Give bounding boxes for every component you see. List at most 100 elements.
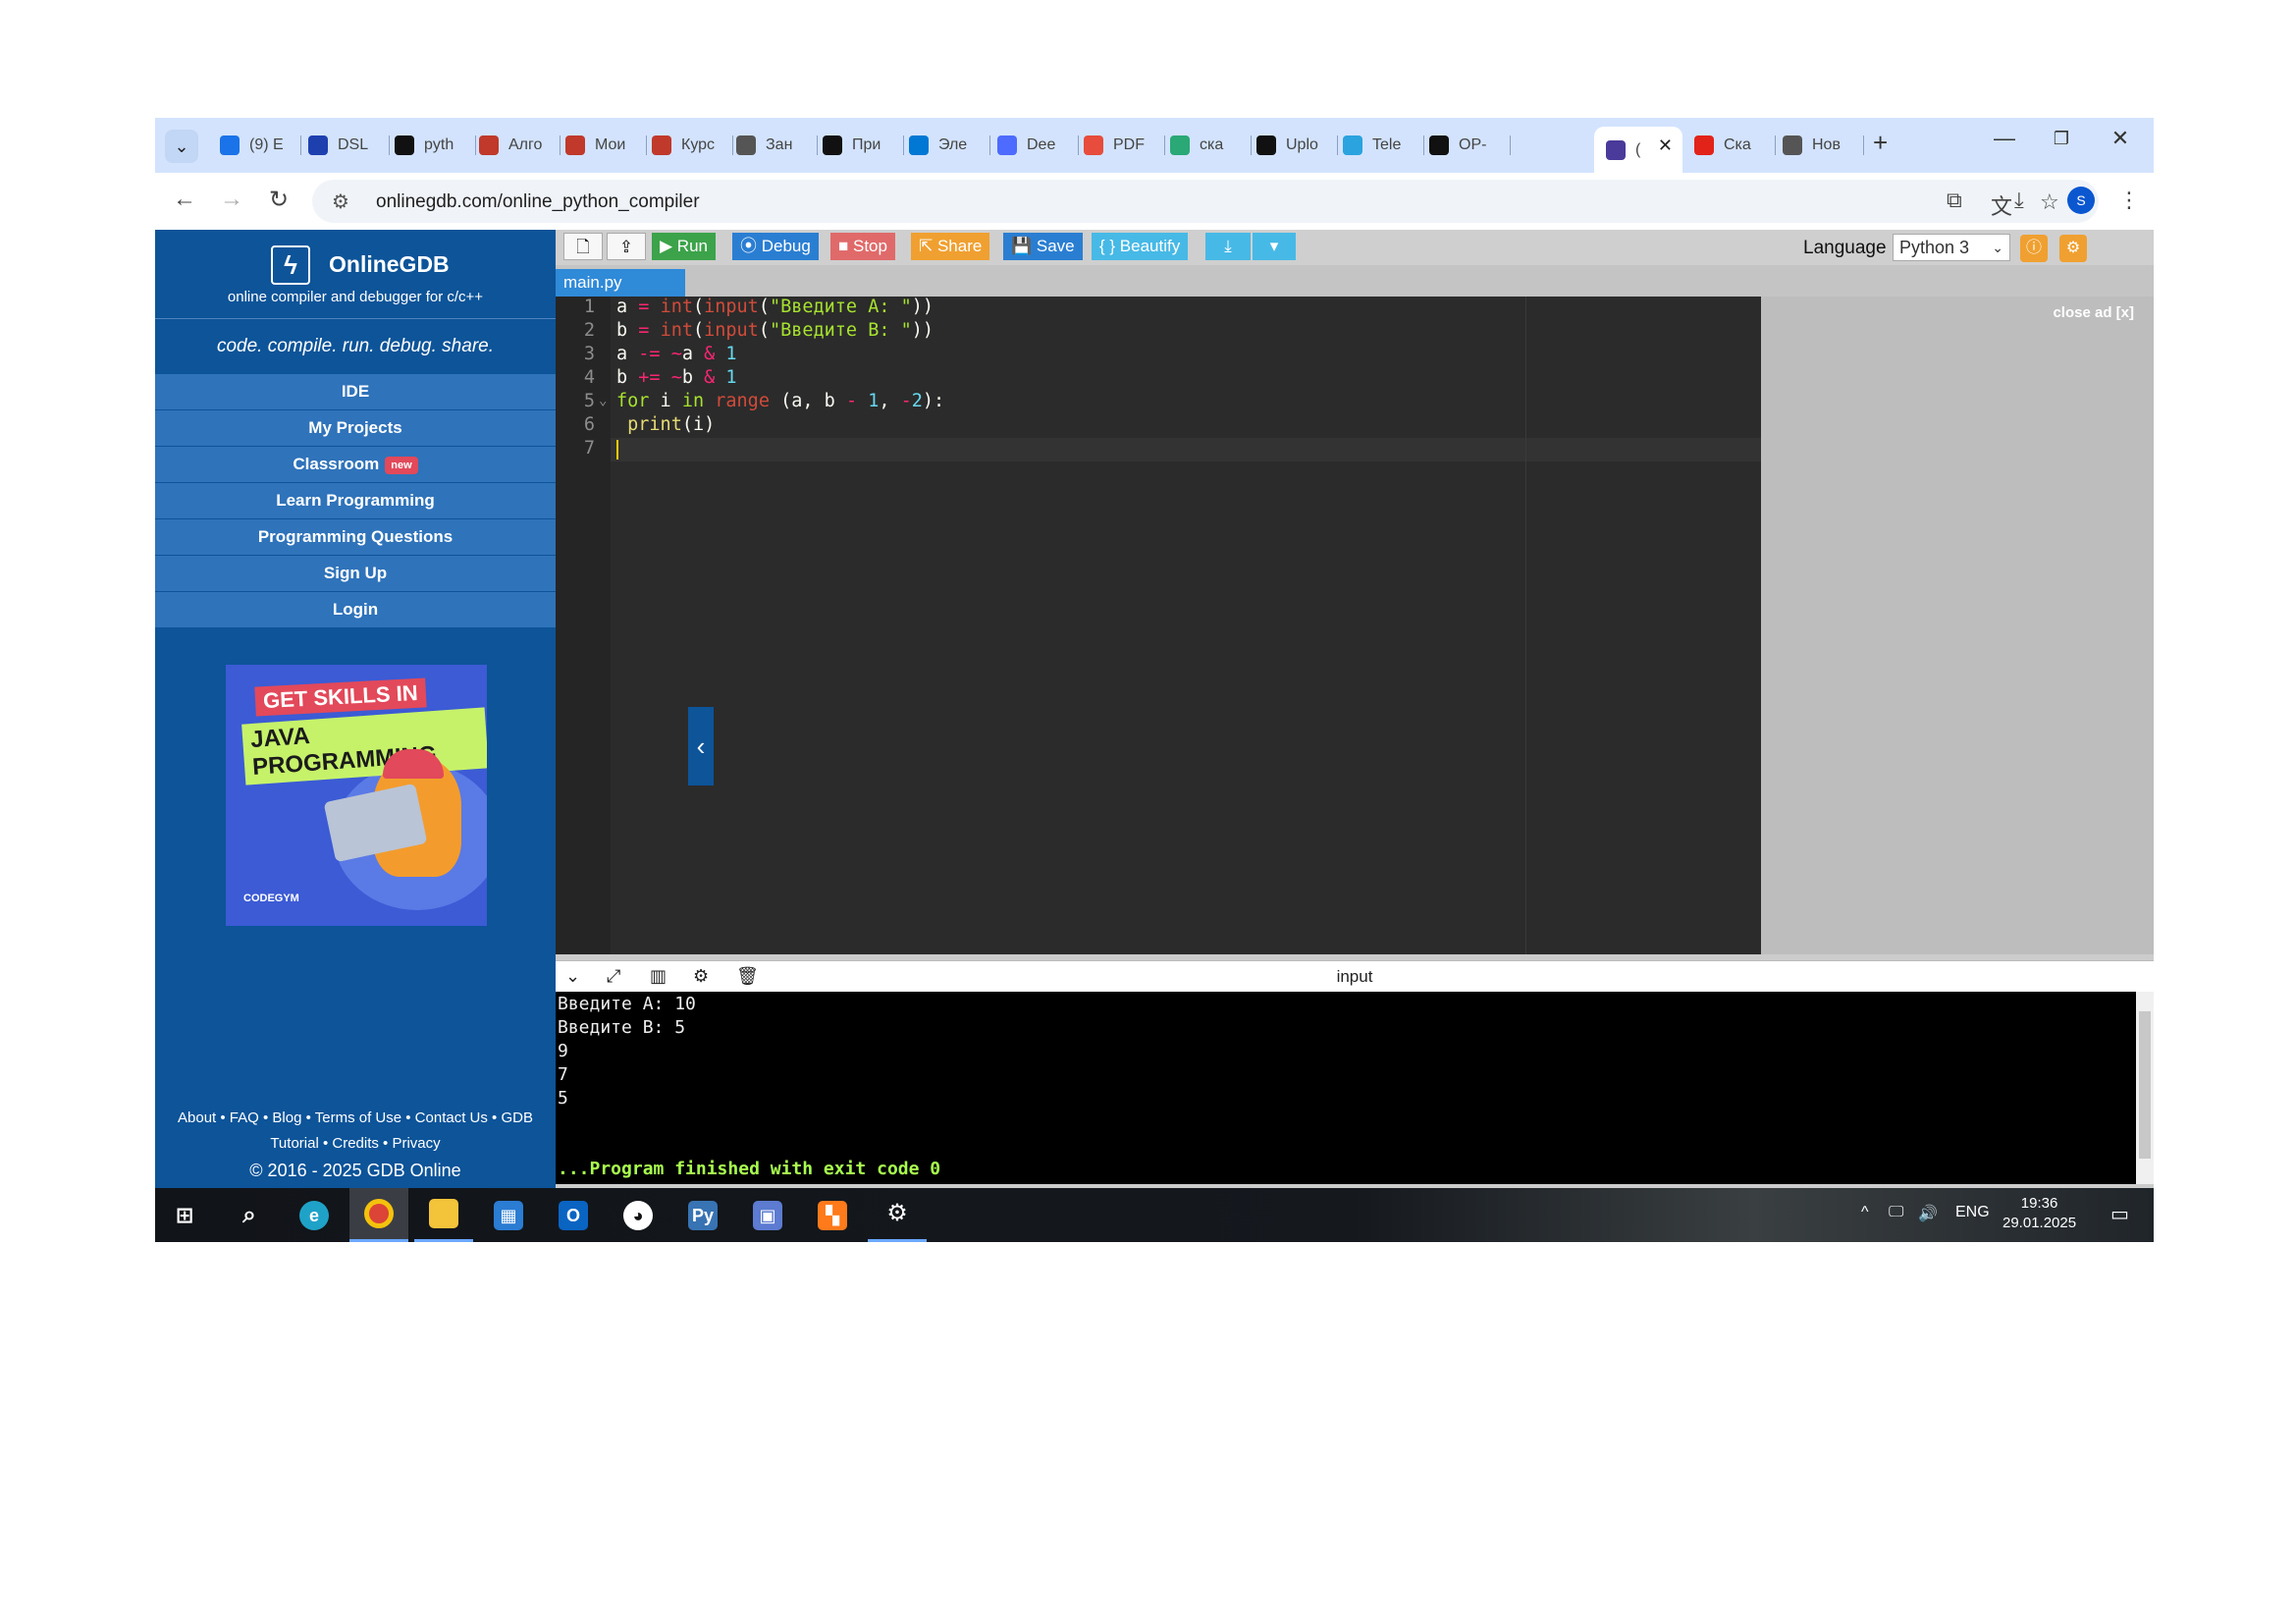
save-button[interactable]: 💾 Save: [1003, 233, 1083, 260]
browser-tab[interactable]: При: [811, 127, 904, 164]
browser-tab[interactable]: Зан: [724, 127, 818, 164]
stop-label: Stop: [853, 237, 887, 255]
download-icon[interactable]: ⤓: [2014, 188, 2024, 213]
info-icon[interactable]: ⓘ: [2020, 235, 2048, 262]
fold-arrow-icon[interactable]: ⌄: [599, 393, 607, 408]
language-indicator[interactable]: ENG: [1955, 1204, 1990, 1221]
share-button[interactable]: ⇱ Share: [911, 233, 990, 260]
volume-icon[interactable]: 🔊: [1918, 1204, 1938, 1223]
browser-tab[interactable]: ска: [1158, 127, 1252, 164]
onlinegdb-logo-icon: ϟ: [271, 245, 310, 285]
tab-main-py[interactable]: main.py: [556, 269, 685, 297]
download-code-icon[interactable]: ⤓: [1205, 233, 1251, 260]
tray-chevron-icon[interactable]: ^: [1861, 1204, 1869, 1221]
clock[interactable]: 19:36 29.01.2025: [2002, 1194, 2076, 1233]
profile-avatar[interactable]: S: [2067, 187, 2095, 214]
browser-tab-label: PDF: [1113, 136, 1145, 153]
browser-tab[interactable]: Dee: [986, 127, 1079, 164]
close-tab-icon[interactable]: ✕: [1658, 135, 1673, 156]
browser-tab[interactable]: Мои: [554, 127, 647, 164]
code-editor[interactable]: 1 2 3 4 5 ⌄ 6 7 a = int(input("Введите A…: [556, 297, 1761, 954]
beautify-button[interactable]: { } Beautify: [1092, 233, 1189, 260]
windows-start-icon[interactable]: ⊞: [155, 1188, 214, 1242]
chrome-icon[interactable]: [349, 1188, 408, 1242]
browser-tab[interactable]: (9) E: [208, 127, 301, 164]
menu-kebab-icon[interactable]: ⋮: [2118, 188, 2140, 213]
outlook-icon[interactable]: O: [544, 1188, 603, 1242]
browser-tab[interactable]: Курс: [640, 127, 733, 164]
restore-button[interactable]: ❐: [2042, 129, 2081, 149]
debug-button[interactable]: ⦿ Debug: [732, 233, 819, 260]
network-icon[interactable]: 🖵: [1889, 1204, 1903, 1221]
browser-tab[interactable]: Алго: [467, 127, 561, 164]
browser-tab[interactable]: Uplo: [1245, 127, 1338, 164]
github-desktop-icon[interactable]: ◕: [609, 1188, 667, 1242]
upload-icon[interactable]: ⇪: [607, 233, 646, 260]
brand[interactable]: ϟ OnlineGDB online compiler and debugger…: [155, 230, 556, 318]
browser-toolbar: ← → ↻ ⚙ onlinegdb.com/online_python_comp…: [155, 173, 2154, 230]
edge-icon[interactable]: e: [285, 1188, 344, 1242]
browser-tab[interactable]: Ска: [1682, 127, 1776, 164]
language-select[interactable]: Python 3 ⌄: [1893, 234, 2010, 261]
screen: ⌄ (9) E DSL pyth Алго Мои Курс Зан При Эле Dee PDF…: [155, 118, 2154, 1242]
sidebar-item-sign-up[interactable]: Sign Up: [155, 555, 556, 591]
file-explorer-icon[interactable]: [414, 1188, 473, 1242]
sidebar-item-ide[interactable]: IDE: [155, 373, 556, 409]
sidebar-item-learn-programming[interactable]: Learn Programming: [155, 482, 556, 518]
console-output[interactable]: Введите A: 10 Введите B: 5 9 7 5 ...Prog…: [556, 992, 2154, 1184]
browser-tab[interactable]: Tele: [1331, 127, 1424, 164]
browser-tab[interactable]: (✕: [1594, 127, 1682, 173]
reload-icon[interactable]: ↻: [263, 186, 294, 214]
python-icon[interactable]: Py: [673, 1188, 732, 1242]
browser-tab[interactable]: PDF: [1072, 127, 1165, 164]
office-tool-icon[interactable]: ▚: [803, 1188, 862, 1242]
network-tool-icon[interactable]: ▣: [738, 1188, 797, 1242]
store-icon[interactable]: ▦: [479, 1188, 538, 1242]
sidebar-item-classroom[interactable]: Classroom new: [155, 446, 556, 482]
bookmark-star-icon[interactable]: ☆: [2040, 189, 2059, 215]
address-bar[interactable]: ⚙ onlinegdb.com/online_python_compiler 文…: [312, 180, 2099, 223]
minimize-button[interactable]: —: [1985, 126, 2024, 151]
extensions-icon[interactable]: ⧉: [1947, 188, 1962, 213]
translate-icon[interactable]: 文: [1991, 189, 2012, 221]
run-button[interactable]: ▶ Run: [652, 233, 716, 260]
ad-banner[interactable]: GET SKILLS IN JAVA PROGRAMMING CODEGYM: [226, 665, 487, 926]
url-text[interactable]: onlinegdb.com/online_python_compiler: [376, 191, 700, 213]
footer-links[interactable]: About • FAQ • Blog • Terms of Use • Cont…: [155, 1106, 556, 1157]
clock-time: 19:36: [2020, 1195, 2058, 1212]
dsl-icon: [308, 135, 328, 155]
save-label: Save: [1036, 237, 1075, 255]
download-dropdown-icon[interactable]: ▾: [1253, 233, 1296, 260]
browser-tab[interactable]: DSL: [296, 127, 390, 164]
sidebar-item-programming-questions[interactable]: Programming Questions: [155, 518, 556, 555]
collapse-sidebar-icon[interactable]: ‹: [688, 707, 714, 785]
forward-icon[interactable]: →: [216, 186, 247, 213]
pdf-icon: [1084, 135, 1103, 155]
close-window-button[interactable]: ✕: [2101, 126, 2140, 151]
settings-app-icon[interactable]: ⚙: [868, 1188, 927, 1242]
browser-tab[interactable]: pyth: [383, 127, 476, 164]
code-line: print(i): [627, 414, 716, 435]
browser-tab[interactable]: Нов: [1771, 127, 1864, 164]
stop-button[interactable]: ■ Stop: [830, 233, 895, 260]
search-icon[interactable]: ⌕: [220, 1188, 279, 1242]
footer-links-line-2[interactable]: Tutorial • Credits • Privacy: [155, 1131, 556, 1157]
close-ad-button[interactable]: close ad [x]: [2053, 304, 2134, 321]
sidebar-item-login[interactable]: Login: [155, 591, 556, 627]
gear-icon[interactable]: ⚙: [2059, 235, 2087, 262]
browser-tab[interactable]: Эле: [897, 127, 990, 164]
print-margin: [1525, 297, 1526, 954]
footer-links-line-1[interactable]: About • FAQ • Blog • Terms of Use • Cont…: [155, 1106, 556, 1131]
scrollbar-thumb[interactable]: [2139, 1011, 2151, 1159]
browser-tab-label: pyth: [424, 136, 454, 153]
browser-tab[interactable]: OP-: [1417, 127, 1511, 164]
back-icon[interactable]: ←: [169, 186, 200, 213]
clock-date: 29.01.2025: [2002, 1215, 2077, 1231]
tab-search-dropdown[interactable]: ⌄: [165, 130, 198, 163]
sidebar-item-my-projects[interactable]: My Projects: [155, 409, 556, 446]
new-tab-button[interactable]: +: [1873, 128, 1888, 158]
notifications-icon[interactable]: ▭: [2110, 1202, 2129, 1226]
console-scrollbar[interactable]: [2136, 992, 2154, 1184]
new-file-icon[interactable]: 🗋: [563, 233, 603, 260]
site-info-icon[interactable]: ⚙: [332, 189, 349, 214]
